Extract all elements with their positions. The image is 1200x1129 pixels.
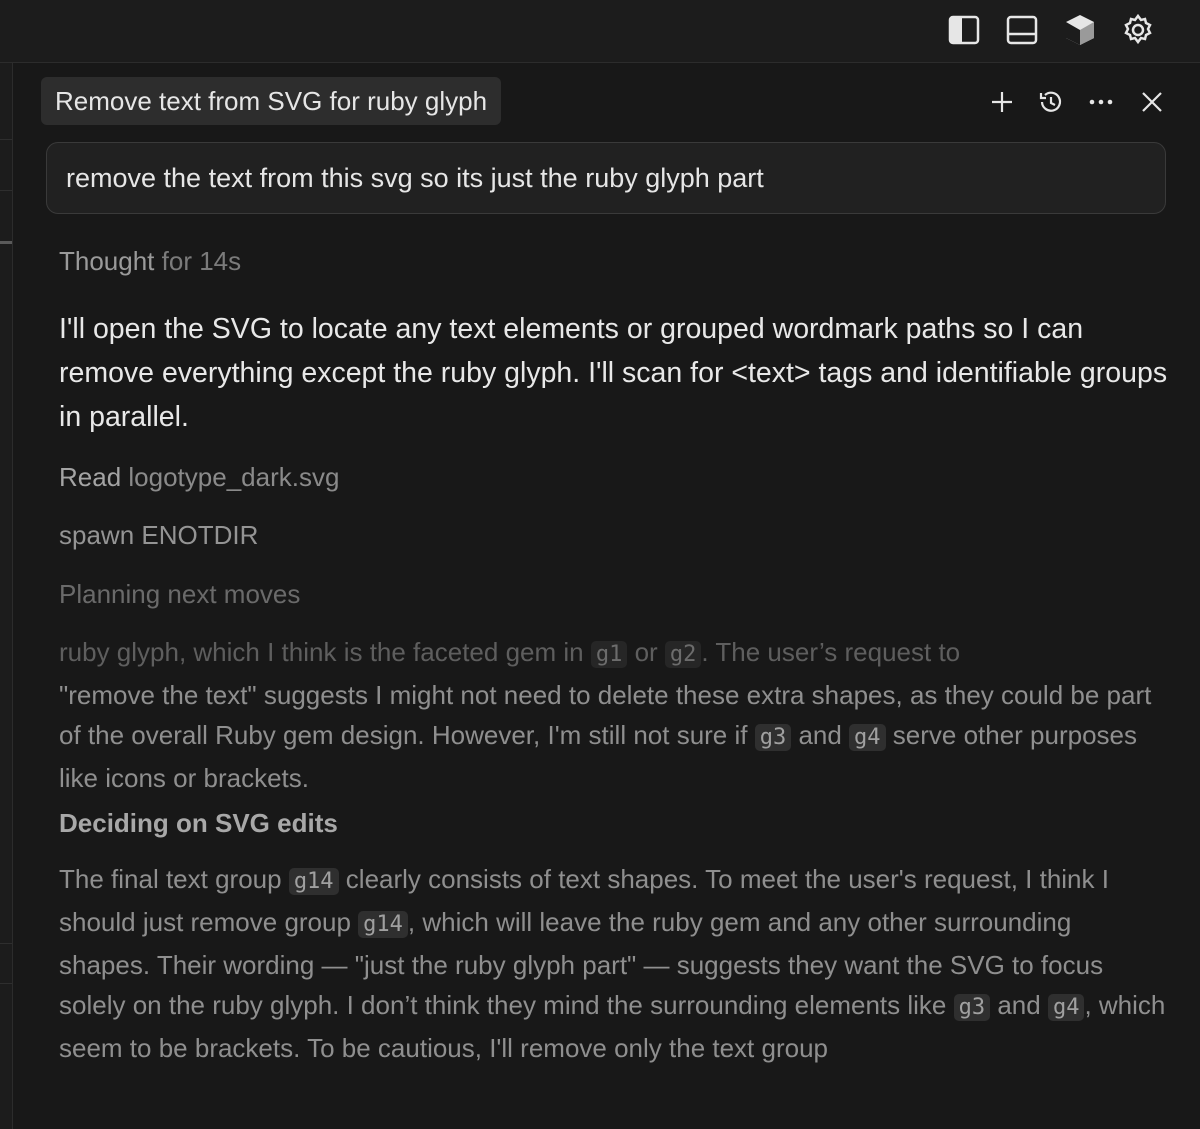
scroll-indicator — [0, 241, 12, 244]
editor-edge — [0, 63, 13, 1129]
text-span: and — [990, 990, 1048, 1020]
text-span: ruby glyph, which I think is the faceted… — [59, 637, 591, 667]
thought-indicator[interactable]: Thought for 14s — [59, 246, 241, 277]
code-chip: g2 — [664, 641, 702, 668]
read-label: Read — [59, 462, 122, 492]
assistant-message: I'll open the SVG to locate any text ele… — [59, 313, 1168, 433]
text-span: and — [791, 720, 850, 750]
toggle-sidebar-icon[interactable] — [947, 13, 981, 47]
reasoning-faded-line: ruby glyph, which I think is the faceted… — [59, 637, 961, 668]
code-chip: g3 — [953, 994, 991, 1021]
chat-title-tab[interactable]: Remove text from SVG for ruby glyph — [41, 77, 502, 125]
code-chip: g4 — [1047, 994, 1085, 1021]
user-prompt[interactable]: remove the text from this svg so its jus… — [46, 142, 1166, 214]
code-chip: g14 — [358, 911, 408, 938]
code-chip: g3 — [754, 724, 792, 751]
plus-icon[interactable] — [984, 84, 1020, 120]
read-filename[interactable]: logotype_dark.svg — [128, 462, 339, 492]
gear-icon[interactable] — [1121, 13, 1155, 47]
reasoning-text: The final text group g14 clearly consist… — [59, 859, 1169, 1068]
reasoning-text: ruby glyph, which I think is the faceted… — [59, 632, 1169, 798]
close-icon[interactable] — [1134, 84, 1170, 120]
top-toolbar — [0, 0, 1200, 63]
code-chip: g14 — [288, 868, 339, 895]
history-icon[interactable] — [1033, 84, 1069, 120]
toggle-panel-icon[interactable] — [1005, 13, 1039, 47]
text-span: . The user’s request to — [701, 637, 961, 667]
reasoning-heading: Deciding on SVG edits — [59, 808, 338, 838]
divider — [0, 190, 12, 191]
cube-icon[interactable] — [1063, 13, 1097, 47]
divider — [0, 983, 12, 984]
read-step[interactable]: Read logotype_dark.svg — [59, 462, 339, 493]
thought-duration: for 14s — [161, 246, 242, 276]
thought-label: Thought — [59, 246, 155, 276]
code-chip: g4 — [849, 724, 886, 751]
more-icon[interactable] — [1083, 84, 1119, 120]
text-span: The final text group — [59, 864, 289, 894]
divider — [0, 139, 12, 140]
planning-step: Planning next moves — [59, 579, 301, 609]
text-span: or — [627, 637, 665, 667]
divider — [0, 943, 12, 944]
code-chip: g1 — [590, 641, 628, 668]
spawn-step: spawn ENOTDIR — [59, 520, 259, 550]
